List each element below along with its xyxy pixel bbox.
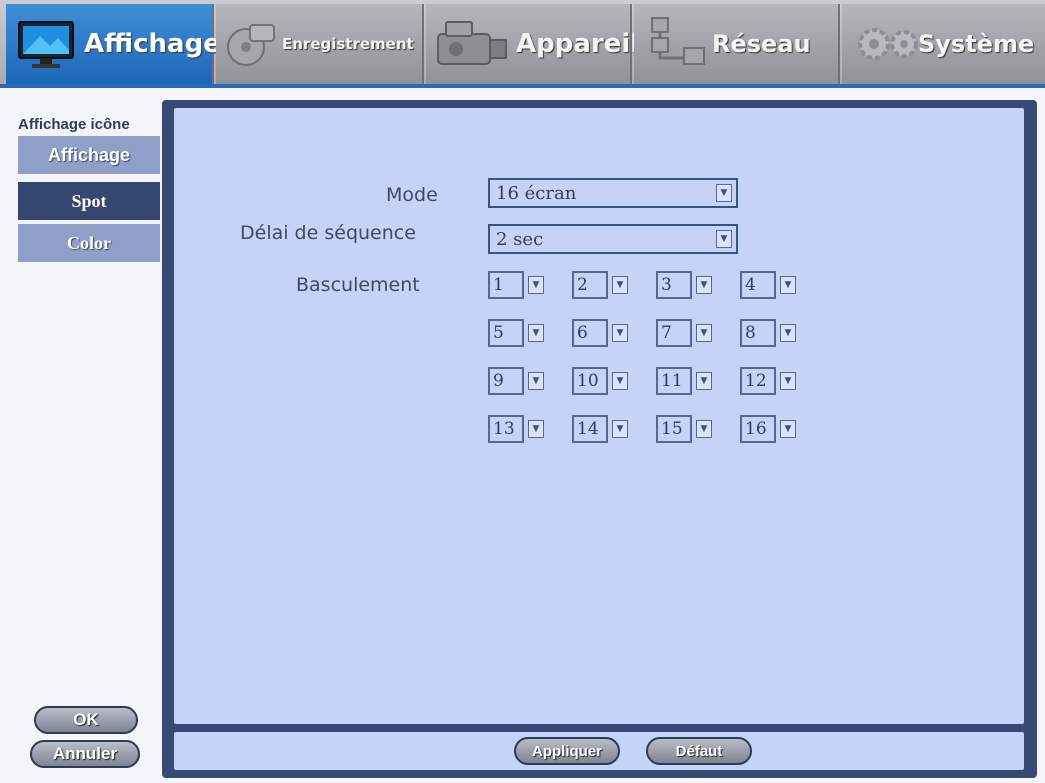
switch-select-9[interactable]: 9 ▼ xyxy=(488,366,550,396)
sequence-delay-label: Délai de séquence xyxy=(240,222,416,244)
apply-button[interactable]: Appliquer xyxy=(514,737,620,765)
switch-label: Basculement xyxy=(296,274,420,296)
tab-systeme[interactable]: Système xyxy=(842,4,1045,84)
sidebar: Affichage icône Affichage Spot Color xyxy=(14,102,162,782)
switch-select-1[interactable]: 1 ▼ xyxy=(488,270,550,300)
switch-select-8[interactable]: 8 ▼ xyxy=(740,318,802,348)
switch-value: 5 xyxy=(488,319,524,347)
camera-icon xyxy=(437,21,507,65)
action-footer: Appliquer Défaut xyxy=(174,732,1024,770)
tab-label: Enregistrement xyxy=(282,35,414,53)
chevron-down-icon: ▼ xyxy=(696,276,712,294)
default-button[interactable]: Défaut xyxy=(646,737,752,765)
switch-value: 13 xyxy=(488,415,524,443)
switch-select-5[interactable]: 5 ▼ xyxy=(488,318,550,348)
switch-value: 4 xyxy=(740,271,776,299)
switch-value: 14 xyxy=(572,415,608,443)
chevron-down-icon: ▼ xyxy=(612,276,628,294)
switch-value: 9 xyxy=(488,367,524,395)
network-icon xyxy=(651,17,705,65)
sidebar-title: Affichage icône xyxy=(18,116,130,133)
sidebar-item-color[interactable]: Color xyxy=(18,224,160,262)
sidebar-item-label: Color xyxy=(67,232,111,253)
chevron-down-icon: ▼ xyxy=(780,324,796,342)
gears-icon xyxy=(858,28,918,60)
chevron-down-icon: ▼ xyxy=(780,276,796,294)
tab-enregistrement[interactable]: Enregistrement xyxy=(216,4,424,84)
tab-label: Réseau xyxy=(712,30,811,58)
chevron-down-icon: ▼ xyxy=(696,420,712,438)
switch-select-12[interactable]: 12 ▼ xyxy=(740,366,802,396)
switch-select-3[interactable]: 3 ▼ xyxy=(656,270,718,300)
cancel-label: Annuler xyxy=(52,744,118,763)
sidebar-item-label: Affichage xyxy=(47,144,130,165)
switch-value: 16 xyxy=(740,415,776,443)
switch-value: 8 xyxy=(740,319,776,347)
tab-appareil[interactable]: Appareil xyxy=(426,4,639,84)
switch-select-15[interactable]: 15 ▼ xyxy=(656,414,718,444)
chevron-down-icon: ▼ xyxy=(696,324,712,342)
chevron-down-icon: ▼ xyxy=(612,372,628,390)
tab-label: Affichage xyxy=(84,29,221,59)
mode-label: Mode xyxy=(386,184,438,206)
default-label: Défaut xyxy=(675,742,723,760)
tab-affichage[interactable]: Affichage xyxy=(6,4,221,84)
ok-button[interactable]: OK xyxy=(34,706,138,734)
switch-select-14[interactable]: 14 ▼ xyxy=(572,414,634,444)
sidebar-item-label: Spot xyxy=(71,190,107,211)
switch-value: 11 xyxy=(656,367,692,395)
chevron-down-icon: ▼ xyxy=(612,324,628,342)
switch-value: 3 xyxy=(656,271,692,299)
switch-select-11[interactable]: 11 ▼ xyxy=(656,366,718,396)
switch-value: 6 xyxy=(572,319,608,347)
tab-label: Système xyxy=(918,30,1035,58)
chevron-down-icon: ▼ xyxy=(696,372,712,390)
switch-select-2[interactable]: 2 ▼ xyxy=(572,270,634,300)
cancel-button[interactable]: Annuler xyxy=(30,740,140,768)
main-frame: Mode 16 écran ▼ Délai de séquence 2 sec … xyxy=(162,100,1037,778)
switch-value: 10 xyxy=(572,367,608,395)
switch-value: 7 xyxy=(656,319,692,347)
disc-icon xyxy=(227,24,275,66)
sequence-delay-select[interactable]: 2 sec ▼ xyxy=(488,224,738,254)
switch-value: 1 xyxy=(488,271,524,299)
sidebar-item-spot[interactable]: Spot xyxy=(18,182,160,220)
switch-select-16[interactable]: 16 ▼ xyxy=(740,414,802,444)
chevron-down-icon: ▼ xyxy=(528,276,544,294)
top-tab-bar: Affichage Enregistrement Appareil Réseau xyxy=(0,0,1045,88)
chevron-down-icon: ▼ xyxy=(528,420,544,438)
switch-select-7[interactable]: 7 ▼ xyxy=(656,318,718,348)
switch-select-13[interactable]: 13 ▼ xyxy=(488,414,550,444)
chevron-down-icon: ▼ xyxy=(716,230,732,248)
mode-value: 16 écran xyxy=(496,182,577,204)
spot-settings-panel: Mode 16 écran ▼ Délai de séquence 2 sec … xyxy=(174,108,1024,724)
switch-value: 2 xyxy=(572,271,608,299)
monitor-icon xyxy=(18,21,74,68)
switch-select-6[interactable]: 6 ▼ xyxy=(572,318,634,348)
switch-value: 15 xyxy=(656,415,692,443)
chevron-down-icon: ▼ xyxy=(780,420,796,438)
sidebar-item-affichage[interactable]: Affichage xyxy=(18,136,160,174)
switch-value: 12 xyxy=(740,367,776,395)
mode-select[interactable]: 16 écran ▼ xyxy=(488,178,738,208)
tab-reseau[interactable]: Réseau xyxy=(634,4,840,84)
chevron-down-icon: ▼ xyxy=(528,324,544,342)
chevron-down-icon: ▼ xyxy=(716,184,732,202)
tab-label: Appareil xyxy=(516,29,640,59)
switch-select-4[interactable]: 4 ▼ xyxy=(740,270,802,300)
chevron-down-icon: ▼ xyxy=(528,372,544,390)
chevron-down-icon: ▼ xyxy=(780,372,796,390)
switch-select-10[interactable]: 10 ▼ xyxy=(572,366,634,396)
chevron-down-icon: ▼ xyxy=(612,420,628,438)
ok-label: OK xyxy=(73,710,99,729)
sequence-delay-value: 2 sec xyxy=(496,228,544,250)
apply-label: Appliquer xyxy=(532,742,602,760)
